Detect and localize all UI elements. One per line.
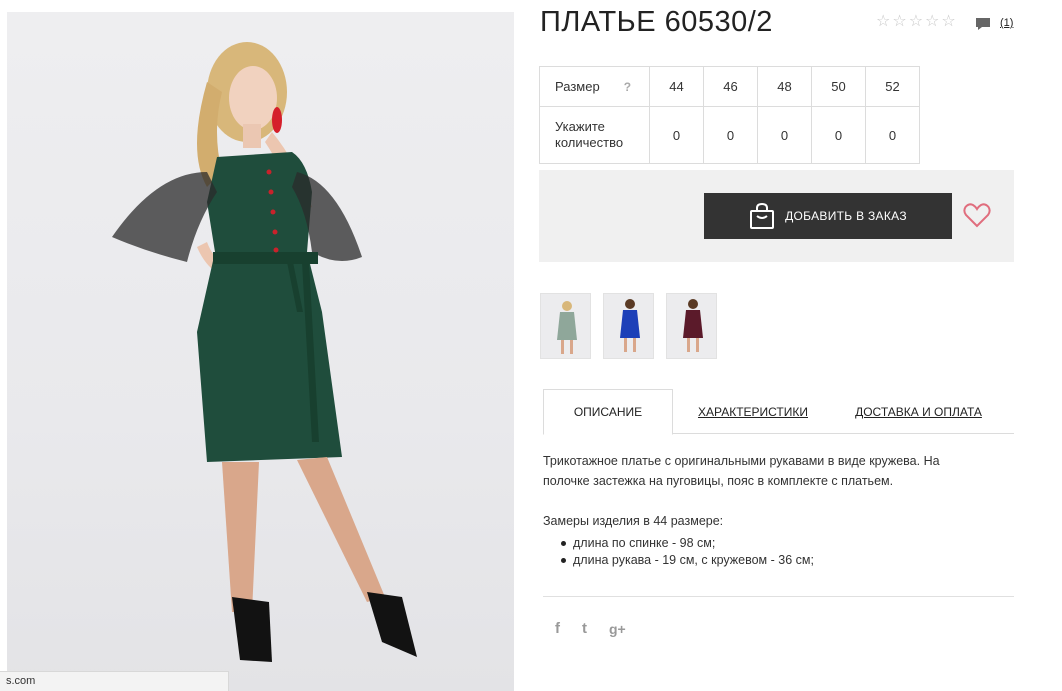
quantity-label: Укажите количество (539, 106, 650, 164)
list-item: длина по спинке - 98 см; (561, 535, 814, 552)
facebook-icon[interactable]: f (555, 620, 560, 637)
star-icon[interactable]: ☆ (925, 14, 939, 30)
star-icon[interactable]: ☆ (876, 14, 890, 30)
measurements-title: Замеры изделия в 44 размере: (543, 514, 724, 528)
quantity-field[interactable]: 0 (811, 106, 866, 164)
model-illustration (112, 42, 417, 662)
size-cell: 52 (865, 66, 920, 107)
product-description: Трикотажное платье с оригинальными рукав… (543, 454, 940, 488)
rating-stars[interactable]: ☆ ☆ ☆ ☆ ☆ (876, 14, 956, 30)
size-cell: 46 (703, 66, 758, 107)
list-item: длина рукава - 19 см, с кружевом - 36 см… (561, 552, 814, 569)
comment-icon[interactable] (975, 17, 991, 31)
shopping-bag-icon (750, 202, 775, 229)
order-panel: ДОБАВИТЬ В ЗАКАЗ (539, 170, 1014, 262)
twitter-icon[interactable]: t (582, 620, 587, 637)
size-cell: 50 (811, 66, 866, 107)
add-to-order-label: ДОБАВИТЬ В ЗАКАЗ (785, 209, 907, 223)
tab-description[interactable]: ОПИСАНИЕ (543, 389, 673, 435)
divider (543, 596, 1014, 597)
star-icon[interactable]: ☆ (941, 14, 955, 30)
quantity-field[interactable]: 0 (703, 106, 758, 164)
size-table: Размер? 44 46 48 50 52 Укажите количеств… (539, 66, 920, 164)
quantity-field[interactable]: 0 (757, 106, 812, 164)
thumbnail-image (683, 299, 703, 352)
thumbnail-image (620, 299, 640, 352)
measurements-list: длина по спинке - 98 см; длина рукава - … (561, 535, 814, 569)
quantity-field[interactable]: 0 (649, 106, 704, 164)
thumbnail-green-dress[interactable] (540, 293, 591, 359)
size-cell: 44 (649, 66, 704, 107)
product-title: ПЛАТЬЕ 60530/2 (540, 6, 773, 38)
review-count-link[interactable]: (1) (1000, 17, 1013, 29)
thumbnail-image (557, 301, 577, 354)
tab-delivery-payment[interactable]: ДОСТАВКА И ОПЛАТА (851, 389, 986, 434)
heart-icon[interactable] (963, 202, 991, 228)
size-label: Размер? (539, 66, 650, 107)
thumbnail-strip (540, 293, 717, 359)
product-main-image[interactable] (7, 12, 514, 691)
status-bar-url: s.com (0, 671, 229, 691)
product-tabs: ОПИСАНИЕ ХАРАКТЕРИСТИКИ ДОСТАВКА И ОПЛАТ… (543, 389, 1014, 435)
googleplus-icon[interactable]: g+ (609, 621, 626, 637)
help-icon[interactable]: ? (624, 80, 631, 94)
thumbnail-blue-dress[interactable] (603, 293, 654, 359)
add-to-order-button[interactable]: ДОБАВИТЬ В ЗАКАЗ (704, 193, 952, 239)
quantity-field[interactable]: 0 (865, 106, 920, 164)
size-cell: 48 (757, 66, 812, 107)
tab-characteristics[interactable]: ХАРАКТЕРИСТИКИ (693, 389, 813, 434)
star-icon[interactable]: ☆ (909, 14, 923, 30)
social-share: f t g+ (555, 620, 626, 637)
star-icon[interactable]: ☆ (892, 14, 906, 30)
thumbnail-burgundy-dress[interactable] (666, 293, 717, 359)
